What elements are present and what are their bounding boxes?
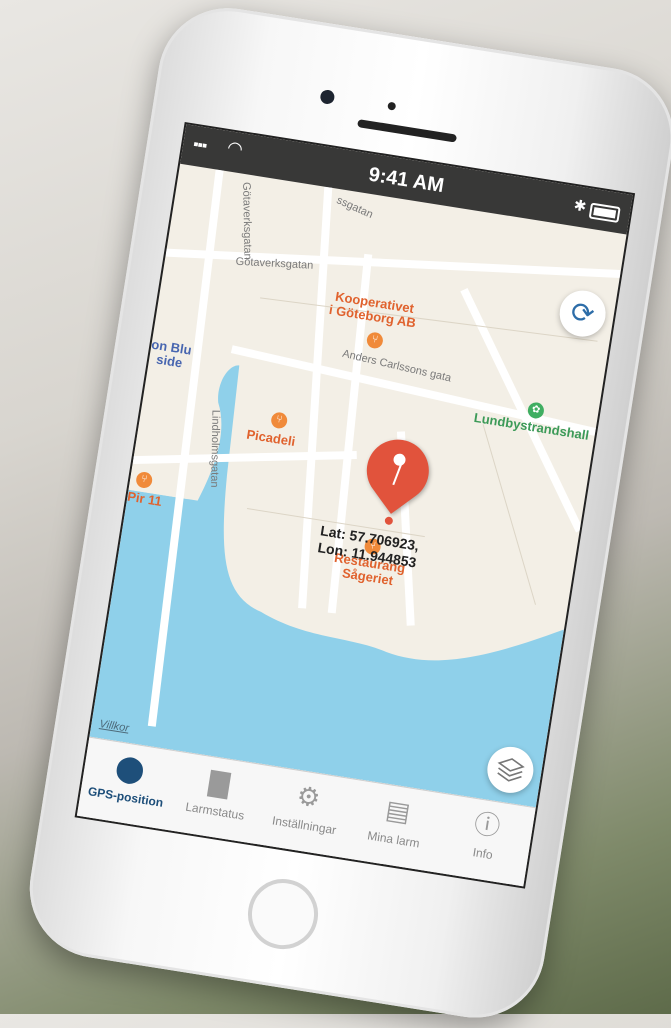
map-canvas <box>89 169 621 808</box>
info-icon: ⓘ <box>472 808 503 842</box>
street-label: Lindholmsgatan <box>208 409 222 488</box>
tab-gps-position[interactable]: ⬤ GPS-position <box>77 738 179 831</box>
location-pin[interactable] <box>354 427 442 520</box>
layers-icon <box>497 758 525 782</box>
tab-mina-larm[interactable]: ▤ Mina larm <box>345 780 447 873</box>
bar-chart-icon: ▇ <box>207 766 232 799</box>
gear-icon: ⚙ <box>294 780 323 814</box>
street-label: Götaverksgatan <box>240 181 254 260</box>
refresh-icon: ⟳ <box>568 295 597 331</box>
location-pin-icon: ⬤ <box>113 751 147 786</box>
tab-larmstatus[interactable]: ▇ Larmstatus <box>166 752 268 845</box>
document-icon: ▤ <box>383 794 413 828</box>
phone: ▪▪▪ ◠ 9:41 AM ✱ Götaverksgatan Götaverks… <box>19 0 671 1028</box>
map-view[interactable]: Götaverksgatan Götaverksgatan Anders Car… <box>89 164 626 808</box>
tab-installningar[interactable]: ⚙ Inställningar <box>255 766 357 859</box>
tab-info[interactable]: ⓘ Info <box>434 794 536 887</box>
